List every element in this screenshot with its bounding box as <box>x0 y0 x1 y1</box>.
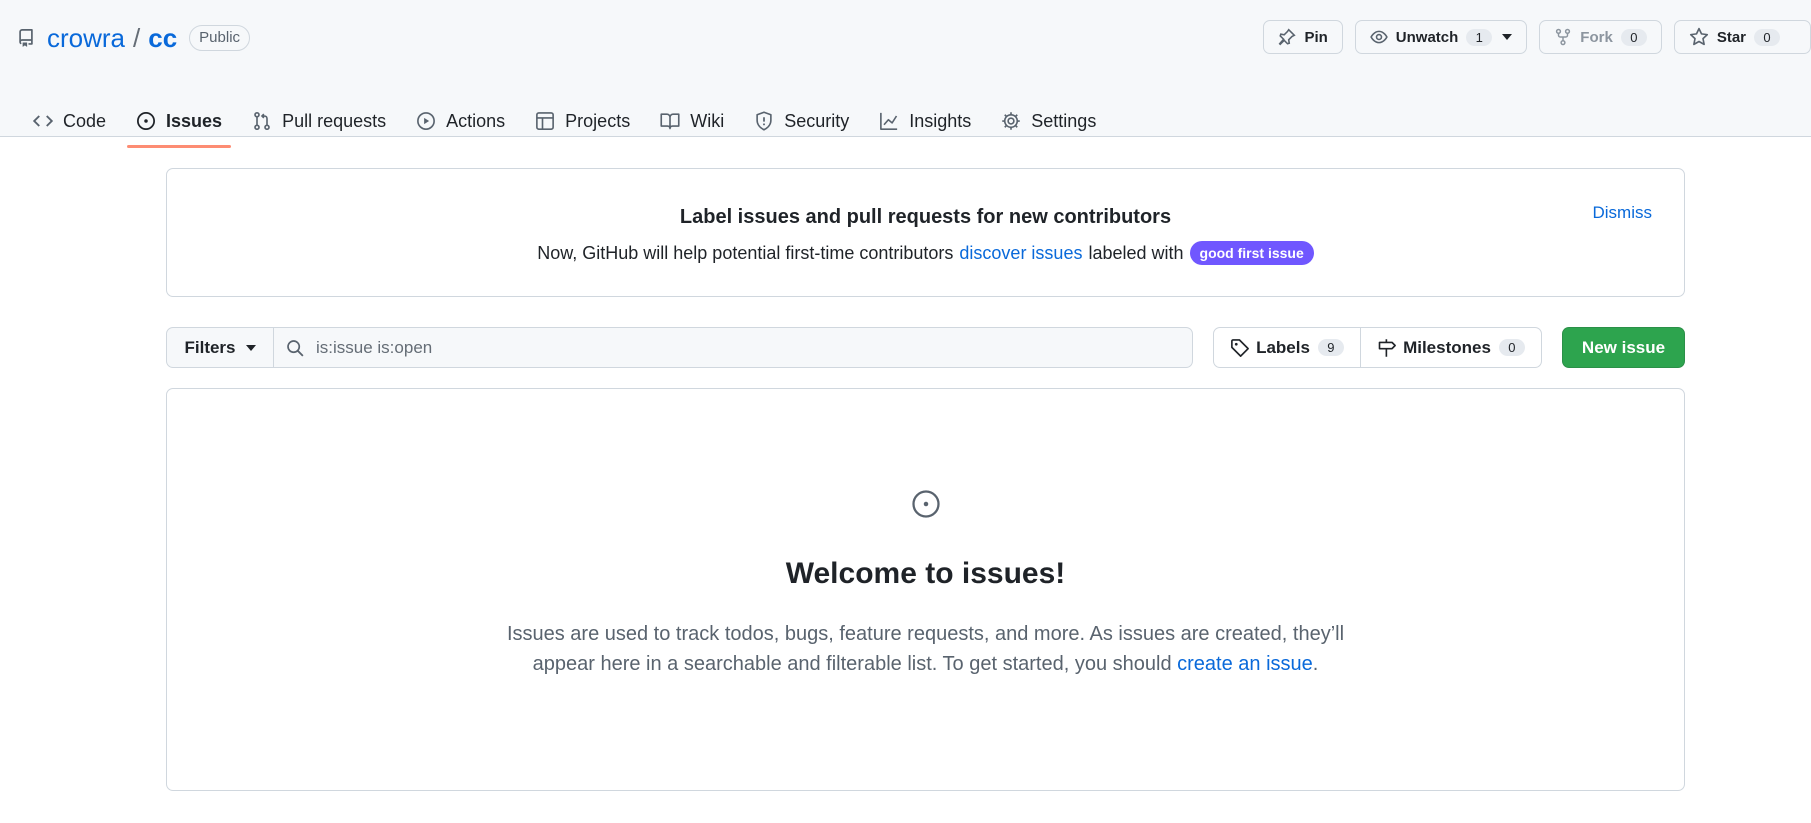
star-button[interactable]: Star 0 <box>1673 20 1811 54</box>
tab-insights[interactable]: Insights <box>870 105 980 137</box>
repo-owner-link[interactable]: crowra <box>47 23 125 54</box>
tab-label: Code <box>63 110 107 131</box>
milestone-icon <box>1378 338 1396 357</box>
play-icon <box>417 112 436 130</box>
issues-search-input[interactable] <box>314 336 1118 359</box>
fork-icon <box>1556 28 1571 46</box>
tab-issues[interactable]: Issues <box>127 105 232 148</box>
blankslate-line-2: appear here in a searchable and filterab… <box>167 649 1684 679</box>
create-issue-link[interactable]: create an issue <box>1177 653 1313 675</box>
repo-actions: Pin Unwatch 1 Fork 0 Star 0 <box>1263 20 1811 54</box>
tab-label: Actions <box>446 110 506 131</box>
tab-pull-requests[interactable]: Pull requests <box>243 105 395 137</box>
tab-code[interactable]: Code <box>24 105 115 137</box>
labels-milestones-group: Labels 9 Milestones 0 <box>1213 327 1542 368</box>
chevron-down-icon <box>1502 34 1513 40</box>
tab-security[interactable]: Security <box>745 105 858 137</box>
tag-icon <box>1231 338 1249 357</box>
repo-header: crowra / cc Public Pin Unwatch 1 Fork 0 … <box>0 0 1811 148</box>
banner-title: Label issues and pull requests for new c… <box>679 206 1172 228</box>
milestones-counter: 0 <box>1498 339 1525 356</box>
unwatch-label: Unwatch <box>1395 28 1459 46</box>
path-separator: / <box>133 22 141 53</box>
book-icon <box>660 113 680 130</box>
blankslate-title: Welcome to issues! <box>785 557 1066 590</box>
milestones-button[interactable]: Milestones 0 <box>1361 328 1541 367</box>
repo-title: crowra / cc Public <box>17 22 251 54</box>
banner-text: Now, GitHub will help potential first-ti… <box>167 241 1684 265</box>
tab-label: Settings <box>1031 110 1097 131</box>
tab-label: Projects <box>565 110 631 131</box>
issues-blankslate: Welcome to issues! Issues are used to tr… <box>166 388 1685 791</box>
star-icon <box>1689 27 1708 46</box>
star-label: Star <box>1716 28 1746 46</box>
fork-counter: 0 <box>1620 28 1647 46</box>
search-box[interactable] <box>274 327 1193 368</box>
search-icon <box>287 339 304 357</box>
tab-actions[interactable]: Actions <box>407 105 514 137</box>
fork-button[interactable]: Fork 0 <box>1539 20 1662 54</box>
chevron-down-icon <box>245 344 256 351</box>
new-issue-button[interactable]: New issue <box>1562 327 1685 368</box>
issue-opened-icon <box>137 112 156 130</box>
repo-nav-tabs: Code Issues Pull requests Actions Projec… <box>24 94 1117 148</box>
blankslate-text: Issues are used to track todos, bugs, fe… <box>167 619 1684 679</box>
tab-label: Pull requests <box>282 110 387 131</box>
issue-opened-icon <box>912 490 940 518</box>
unwatch-button[interactable]: Unwatch 1 <box>1354 20 1528 54</box>
filters-dropdown-button[interactable]: Filters <box>166 327 274 368</box>
blankslate-line-2-after: . <box>1312 653 1319 675</box>
filter-search-group: Filters <box>166 327 1193 368</box>
tab-label: Issues <box>166 110 223 131</box>
tab-label: Insights <box>909 110 972 131</box>
labels-label: Labels <box>1256 337 1310 357</box>
good-first-issue-label[interactable]: good first issue <box>1189 241 1314 265</box>
watch-counter: 1 <box>1466 28 1493 46</box>
new-contributors-banner: Label issues and pull requests for new c… <box>166 168 1685 297</box>
repo-name-link[interactable]: cc <box>148 23 177 54</box>
tab-label: Wiki <box>690 110 725 131</box>
table-icon <box>536 112 555 130</box>
pin-label: Pin <box>1304 28 1328 46</box>
code-icon <box>33 115 53 127</box>
repo-icon <box>19 29 33 47</box>
labels-button[interactable]: Labels 9 <box>1214 328 1361 367</box>
fork-label: Fork <box>1580 28 1613 46</box>
banner-text-before: Now, GitHub will help potential first-ti… <box>537 242 954 263</box>
star-counter: 0 <box>1754 28 1780 46</box>
issues-toolbar: Filters Labels 9 Milestones 0 New issue <box>166 327 1685 368</box>
discover-issues-link[interactable]: discover issues <box>959 243 1082 264</box>
tab-settings[interactable]: Settings <box>992 105 1105 137</box>
shield-icon <box>756 111 772 131</box>
git-pull-request-icon <box>254 111 270 131</box>
tab-projects[interactable]: Projects <box>526 105 639 137</box>
filters-label: Filters <box>184 337 236 357</box>
gear-icon <box>1002 112 1021 130</box>
visibility-badge: Public <box>189 25 251 51</box>
dismiss-link[interactable]: Dismiss <box>1593 203 1653 223</box>
milestones-label: Milestones <box>1403 337 1491 357</box>
blankslate-line-1: Issues are used to track todos, bugs, fe… <box>506 623 1345 645</box>
labels-counter: 9 <box>1317 339 1344 356</box>
graph-icon <box>880 112 898 130</box>
tab-wiki[interactable]: Wiki <box>651 105 733 137</box>
blankslate-line-2-before: appear here in a searchable and filterab… <box>532 653 1172 675</box>
tab-label: Security <box>784 110 850 131</box>
banner-text-after: labeled with <box>1088 242 1184 263</box>
pin-button[interactable]: Pin <box>1263 20 1343 54</box>
eye-icon <box>1370 30 1388 44</box>
pin-icon <box>1279 28 1297 46</box>
